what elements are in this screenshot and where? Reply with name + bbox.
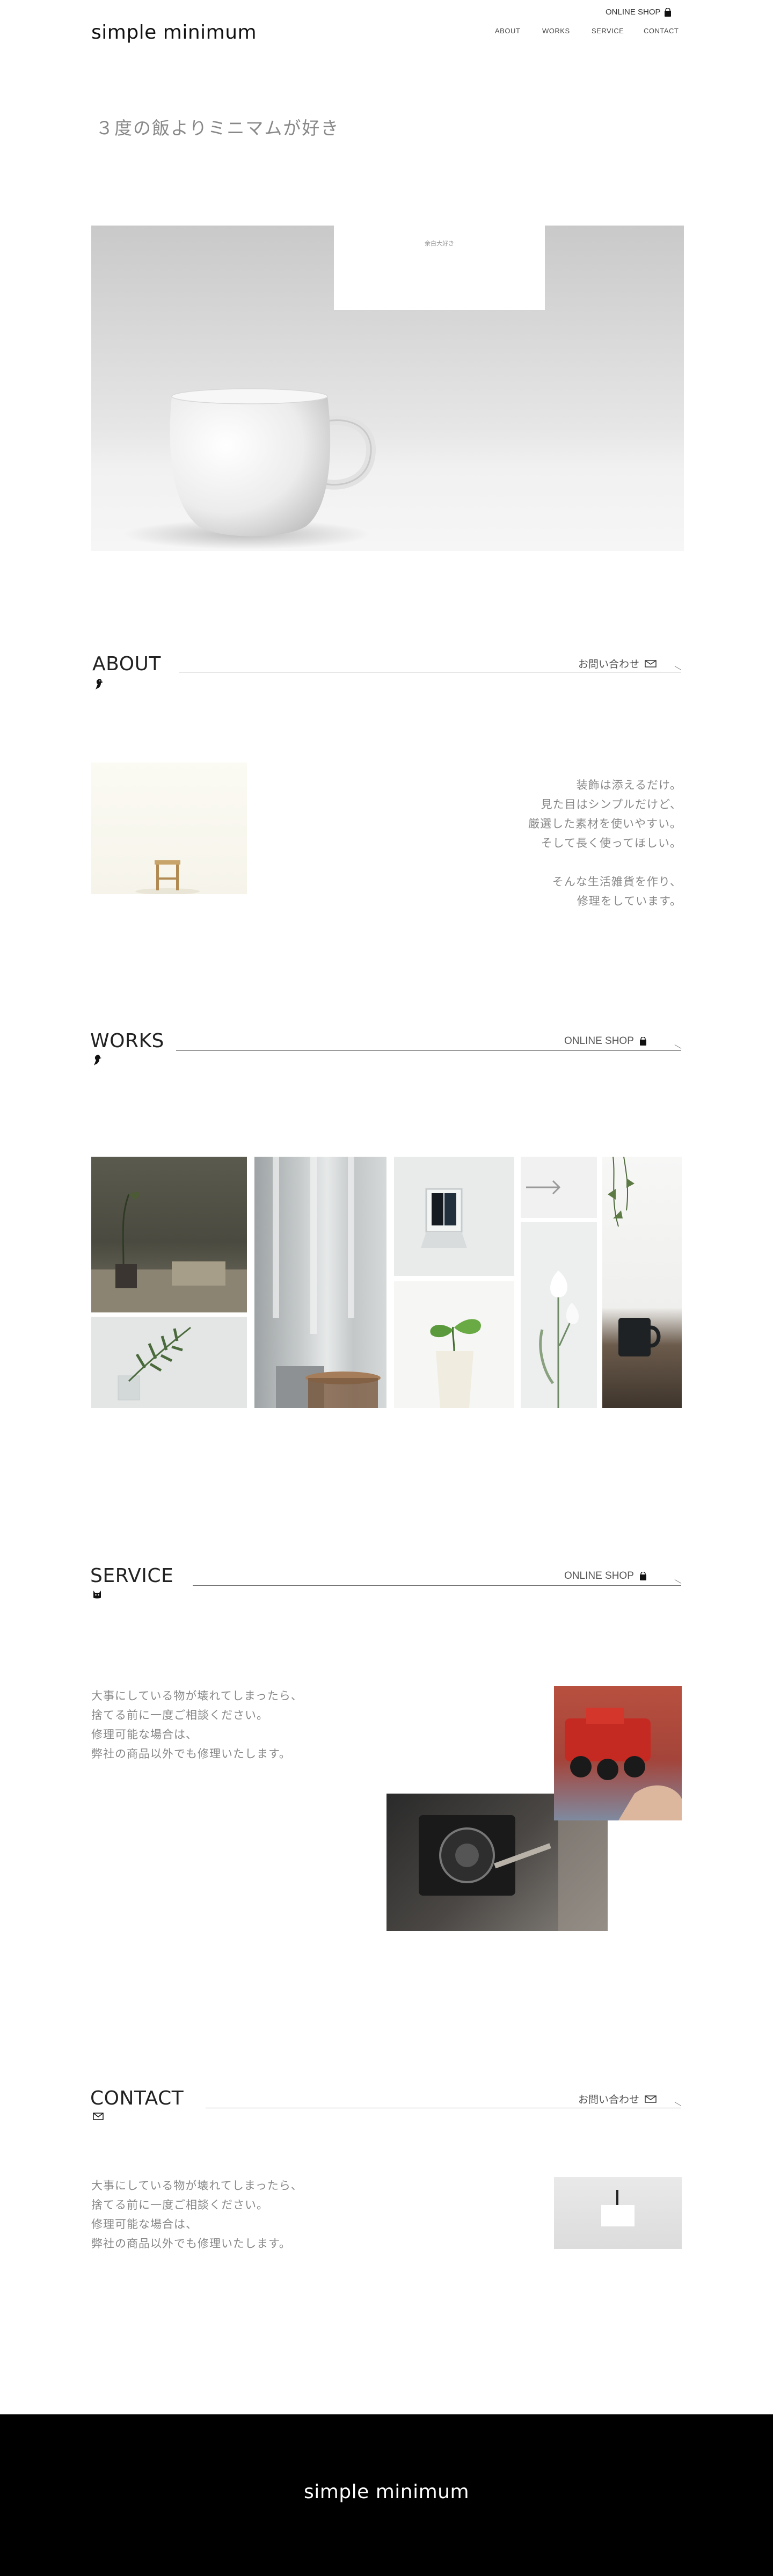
about-contact-link[interactable]: お問い合わせ (578, 656, 657, 671)
service-shop-link[interactable]: ONLINE SHOP (564, 1570, 647, 1582)
shopping-bag-icon (639, 1572, 646, 1580)
works-shop-label: ONLINE SHOP (564, 1035, 634, 1047)
service-line: 弊社の商品以外でも修理いたします。 (91, 1747, 291, 1760)
nav-service[interactable]: SERVICE (592, 27, 624, 35)
works-divider-tip (674, 1044, 682, 1049)
hero-card-text: 余白大好き (425, 241, 454, 247)
works-photo-room (254, 1157, 386, 1408)
works-shop-link[interactable]: ONLINE SHOP (564, 1035, 647, 1047)
vase-illustration (91, 1192, 247, 1312)
about-line: 見た目はシンプルだけど、 (541, 798, 682, 811)
contact-divider-tip (674, 2102, 682, 2106)
flower-illustration (539, 1271, 579, 1408)
works-photo-mug (602, 1157, 682, 1408)
works-photo-arrow (521, 1157, 597, 1218)
hanging-card-illustration (601, 2190, 635, 2226)
about-line: 装飾は添えるだけ。 (576, 779, 682, 792)
about-text: 装飾は添えるだけ。 見た目はシンプルだけど、 厳選した素材を使いやすい。 そして… (472, 775, 682, 911)
works-photo-fern (91, 1317, 247, 1408)
nav-works[interactable]: WORKS (542, 27, 570, 35)
about-title: ABOUT (92, 653, 161, 675)
works-divider (176, 1050, 681, 1051)
mail-icon (93, 2113, 104, 2120)
mail-icon (645, 2095, 657, 2103)
works-photo-window (394, 1157, 514, 1276)
works-photo-plant (394, 1281, 514, 1408)
online-shop-link[interactable]: ONLINE SHOP (606, 8, 672, 17)
fern-illustration (118, 1326, 191, 1401)
contact-text: 大事にしている物が壊れてしまったら、 捨てる前に一度ご相談ください。 修理可能な… (91, 2176, 392, 2253)
service-shop-label: ONLINE SHOP (564, 1570, 634, 1581)
bird-icon (94, 1055, 101, 1065)
about-divider-tip (674, 666, 682, 670)
window-illustration (421, 1188, 467, 1248)
hero-card (334, 164, 545, 310)
toy-truck-illustration (565, 1708, 682, 1820)
about-line: そして長く使ってほしい。 (541, 837, 682, 850)
arrow-illustration (526, 1180, 561, 1195)
online-shop-label: ONLINE SHOP (606, 8, 661, 17)
works-title: WORKS (90, 1030, 164, 1052)
service-text: 大事にしている物が壊れてしまったら、 捨てる前に一度ご相談ください。 修理可能な… (91, 1686, 392, 1764)
service-line: 修理可能な場合は、 (91, 1728, 198, 1741)
about-photo (91, 763, 247, 894)
works-photo-flower (521, 1222, 597, 1408)
contact-line: 弊社の商品以外でも修理いたします。 (91, 2237, 291, 2250)
contact-line: 大事にしている物が壊れてしまったら、 (91, 2179, 303, 2192)
nav-contact[interactable]: CONTACT (644, 27, 679, 35)
service-photo-toy (554, 1686, 682, 1820)
service-divider (193, 1585, 681, 1586)
contact-line: 捨てる前に一度ご相談ください。 (91, 2198, 268, 2211)
shopping-bag-icon (639, 1037, 646, 1046)
nav-about[interactable]: ABOUT (495, 27, 520, 35)
bird-icon (96, 679, 103, 690)
service-line: 大事にしている物が壊れてしまったら、 (91, 1689, 303, 1702)
contact-link-label: お問い合わせ (578, 2094, 640, 2106)
room-illustration (273, 1157, 381, 1408)
about-line: そんな生活雑貨を作り、 (552, 875, 682, 888)
about-line: 修理をしています。 (577, 895, 682, 908)
plant-illustration (430, 1319, 481, 1408)
tagline: ３度の飯よりミニマムが好き (96, 118, 340, 139)
site-logo[interactable]: simple minimum (91, 21, 257, 43)
about-line: 厳選した素材を使いやすい。 (528, 817, 682, 830)
contact-link[interactable]: お問い合わせ (578, 2092, 657, 2106)
contact-title: CONTACT (90, 2087, 184, 2109)
stool-illustration (135, 860, 200, 894)
shopping-bag-icon (664, 8, 672, 17)
cat-icon (93, 1591, 101, 1599)
service-divider-tip (674, 1579, 682, 1584)
service-title: SERVICE (90, 1565, 174, 1587)
works-photo-vase (91, 1157, 247, 1312)
mug-plant-illustration (608, 1157, 661, 1356)
footer-logo[interactable]: simple minimum (0, 2481, 773, 2503)
contact-photo (554, 2177, 682, 2249)
service-line: 捨てる前に一度ご相談ください。 (91, 1709, 268, 1722)
mail-icon (645, 659, 657, 667)
contact-line: 修理可能な場合は、 (91, 2218, 198, 2231)
about-line (472, 853, 682, 872)
about-contact-label: お問い合わせ (578, 659, 640, 670)
